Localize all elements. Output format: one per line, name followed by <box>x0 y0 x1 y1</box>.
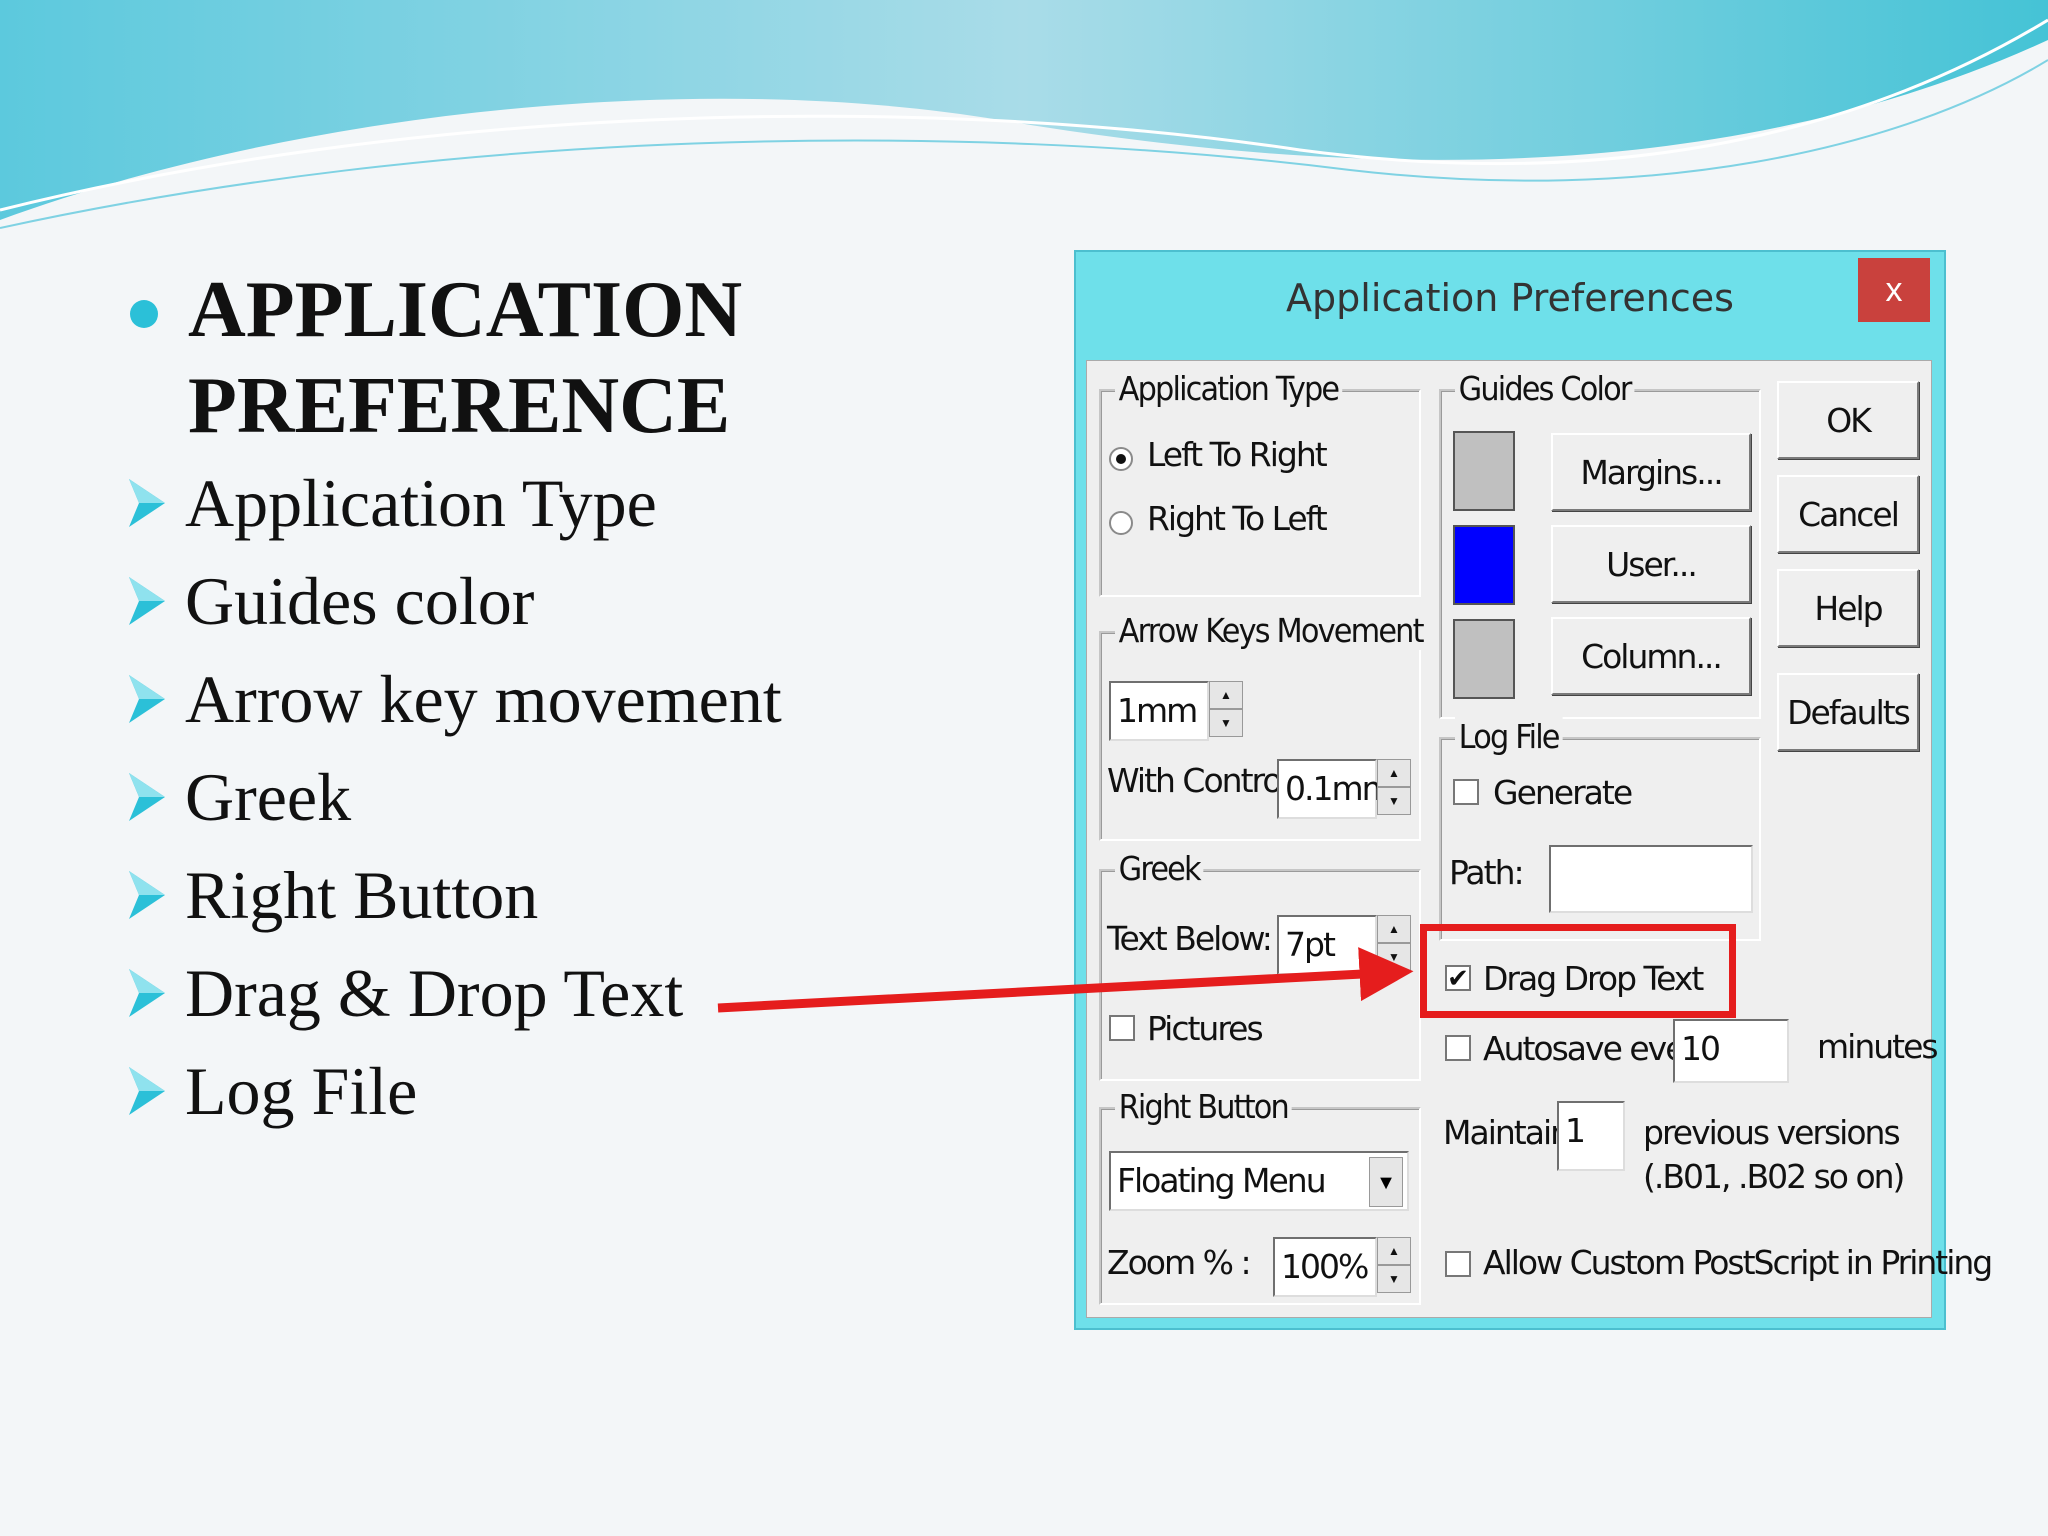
log-file-group: Log File Generate Path: <box>1439 717 1761 941</box>
sub-bullet-label: Greek <box>185 758 352 835</box>
right-button-caption: Right Button <box>1115 1087 1292 1126</box>
chevron-down-icon[interactable]: ▼ <box>1369 1157 1403 1207</box>
greek-group: Greek Text Below: 7pt ▲ ▼ Pictures <box>1099 849 1421 1081</box>
autosave-checkbox[interactable] <box>1445 1035 1471 1061</box>
right-to-left-label: Right To Left <box>1147 499 1328 538</box>
arrow-keys-group: Arrow Keys Movement 1mm ▲ ▼ With Control:… <box>1099 611 1427 841</box>
arrow-step-spinner[interactable]: ▲ ▼ <box>1209 681 1243 741</box>
arrow-bullet-icon <box>129 871 165 919</box>
user-color-swatch[interactable] <box>1453 525 1515 605</box>
zoom-value: 100% <box>1281 1247 1369 1286</box>
maintain-versions-value: 1 <box>1565 1111 1586 1150</box>
arrow-bullet-icon <box>129 969 165 1017</box>
sub-bullet: Greek <box>125 748 1005 846</box>
arrow-step-input[interactable]: 1mm <box>1109 681 1209 741</box>
application-preferences-dialog: Application Preferences x Application Ty… <box>1074 250 1993 1330</box>
generate-label: Generate <box>1493 773 1633 812</box>
generate-checkbox[interactable] <box>1453 779 1479 805</box>
zoom-spinner[interactable]: ▲ ▼ <box>1377 1237 1411 1297</box>
maintain-versions-input[interactable]: 1 <box>1557 1101 1625 1171</box>
text-below-value: 7pt <box>1285 925 1336 964</box>
dialog-client-area: Application Type Left To Right Right To … <box>1086 360 1993 1318</box>
arrow-bullet-icon <box>129 577 165 625</box>
bullet-list: APPLICATION PREFERENCE Application Type G… <box>125 262 1005 1140</box>
user-button[interactable]: User... <box>1551 525 1751 603</box>
path-label: Path: <box>1449 853 1525 892</box>
sub-bullet: Guides color <box>125 552 1005 650</box>
guides-color-caption: Guides Color <box>1455 369 1635 408</box>
log-file-caption: Log File <box>1455 717 1563 756</box>
cancel-button[interactable]: Cancel <box>1777 475 1919 553</box>
text-below-spinner[interactable]: ▲ ▼ <box>1377 915 1411 975</box>
maintain-label: Maintain <box>1443 1113 1571 1152</box>
with-control-input[interactable]: 0.1mm <box>1277 759 1394 819</box>
right-button-group: Right Button Floating Menu ▼ Zoom % : 10… <box>1099 1087 1421 1305</box>
column-color-swatch[interactable] <box>1453 619 1515 699</box>
guides-color-group: Guides Color Margins... User... Column..… <box>1439 369 1761 719</box>
minutes-label: minutes <box>1817 1027 1939 1066</box>
allow-postscript-checkbox[interactable] <box>1445 1251 1471 1277</box>
greek-caption: Greek <box>1115 849 1204 888</box>
ok-button[interactable]: OK <box>1777 381 1919 459</box>
sub-bullet-list: Application Type Guides color Arrow key mo… <box>125 454 1005 1140</box>
sub-bullet-label: Guides color <box>185 562 535 639</box>
sub-bullet: Arrow key movement <box>125 650 1005 748</box>
allow-postscript-label: Allow Custom PostScript in Printing <box>1483 1243 1993 1282</box>
close-button[interactable]: x <box>1858 258 1930 322</box>
margins-color-swatch[interactable] <box>1453 431 1515 511</box>
left-to-right-radio[interactable] <box>1109 447 1133 471</box>
text-below-label: Text Below: <box>1107 919 1273 958</box>
sub-bullet-label: Application Type <box>185 464 657 541</box>
sub-bullet-label: Log File <box>185 1052 418 1129</box>
header-wave-decoration <box>0 0 2048 229</box>
defaults-button[interactable]: Defaults <box>1777 673 1919 751</box>
right-to-left-radio[interactable] <box>1109 511 1133 535</box>
previous-versions-label: previous versions <box>1643 1113 1901 1152</box>
sub-bullet-label: Right Button <box>185 856 539 933</box>
main-bullet-title: APPLICATION PREFERENCE <box>188 266 743 450</box>
zoom-input[interactable]: 100% <box>1273 1237 1377 1297</box>
dialog-title: Application Preferences <box>1286 276 1734 320</box>
arrow-bullet-icon <box>129 675 165 723</box>
autosave-minutes-value: 10 <box>1681 1029 1721 1068</box>
main-bullet: APPLICATION PREFERENCE <box>125 262 1005 454</box>
application-type-group: Application Type Left To Right Right To … <box>1099 369 1421 597</box>
margins-button[interactable]: Margins... <box>1551 433 1751 511</box>
text-below-input[interactable]: 7pt <box>1277 915 1377 975</box>
column-button[interactable]: Column... <box>1551 617 1751 695</box>
arrow-bullet-icon <box>129 479 165 527</box>
sub-bullet-label: Arrow key movement <box>185 660 782 737</box>
versions-example-label: (.B01, .B02 so on) <box>1643 1157 1905 1196</box>
help-button[interactable]: Help <box>1777 569 1919 647</box>
sub-bullet: Application Type <box>125 454 1005 552</box>
with-control-label: With Control: <box>1107 761 1299 800</box>
bullet-dot-icon <box>130 300 158 328</box>
arrow-bullet-icon <box>129 773 165 821</box>
autosave-minutes-input[interactable]: 10 <box>1673 1019 1789 1083</box>
arrow-keys-caption: Arrow Keys Movement <box>1115 611 1427 650</box>
arrow-step-value: 1mm <box>1117 691 1198 730</box>
with-control-spinner[interactable]: ▲ ▼ <box>1377 759 1411 819</box>
sub-bullet-label: Drag & Drop Text <box>185 954 684 1031</box>
arrow-bullet-icon <box>129 1067 165 1115</box>
sub-bullet: Drag & Drop Text <box>125 944 1005 1042</box>
pictures-checkbox[interactable] <box>1109 1015 1135 1041</box>
pictures-label: Pictures <box>1147 1009 1264 1048</box>
right-button-menu-value: Floating Menu <box>1117 1161 1327 1200</box>
zoom-label: Zoom % : <box>1107 1243 1252 1282</box>
sub-bullet: Log File <box>125 1042 1005 1140</box>
with-control-value: 0.1mm <box>1285 769 1394 808</box>
highlight-box <box>1420 924 1736 1018</box>
path-input[interactable] <box>1549 845 1753 913</box>
left-to-right-label: Left To Right <box>1147 435 1328 474</box>
sub-bullet: Right Button <box>125 846 1005 944</box>
right-button-menu-select[interactable]: Floating Menu ▼ <box>1109 1151 1409 1211</box>
application-type-caption: Application Type <box>1115 369 1342 408</box>
